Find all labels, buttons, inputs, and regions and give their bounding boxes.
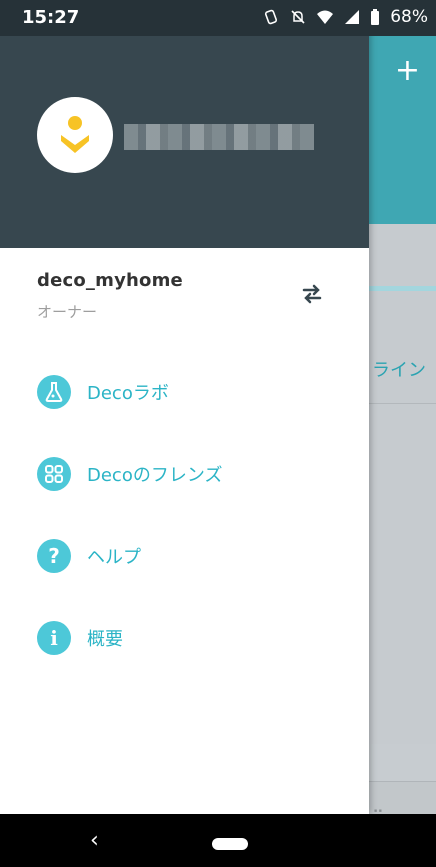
menu-item-help[interactable]: ? ヘルプ — [37, 536, 141, 576]
blurred-user-name — [124, 124, 314, 150]
menu-item-deco-friends[interactable]: Decoのフレンズ — [37, 454, 222, 494]
card-strip — [368, 286, 436, 291]
menu-label: 概要 — [87, 629, 123, 650]
wifi-icon — [316, 9, 334, 25]
lab-flask-icon — [37, 375, 71, 409]
navigation-drawer: deco_myhome オーナー Decoラボ Decoのフレンズ ? ヘルプ … — [0, 0, 369, 814]
add-button[interactable]: + — [395, 56, 420, 86]
background-card — [368, 224, 436, 744]
system-nav-bar: ‹ — [0, 814, 436, 867]
menu-label: Decoラボ — [87, 383, 169, 404]
status-time: 15:27 — [22, 7, 80, 28]
nfc-icon — [264, 9, 280, 25]
account-name: deco_myhome — [37, 270, 183, 291]
drawer-header — [0, 36, 369, 248]
battery-icon — [370, 9, 380, 25]
account-info: deco_myhome オーナー — [37, 270, 183, 322]
switch-network-icon[interactable] — [300, 284, 324, 304]
account-role: オーナー — [37, 303, 98, 321]
online-status-text: ライン — [372, 360, 426, 381]
status-bar: 15:27 68% — [0, 0, 436, 36]
help-icon: ? — [37, 539, 71, 573]
back-button[interactable]: ‹ — [90, 828, 99, 853]
divider — [368, 403, 436, 404]
apps-grid-icon — [37, 457, 71, 491]
battery-percent: 68% — [390, 7, 428, 27]
menu-label: Decoのフレンズ — [87, 465, 223, 486]
menu-label: ヘルプ — [87, 547, 141, 568]
menu-item-about[interactable]: i 概要 — [37, 618, 123, 658]
mute-icon — [290, 9, 306, 25]
menu-item-deco-lab[interactable]: Decoラボ — [37, 372, 169, 412]
signal-icon — [344, 9, 360, 25]
status-icons: 68% — [264, 7, 428, 27]
deco-logo — [37, 97, 113, 173]
info-icon: i — [37, 621, 71, 655]
home-button[interactable] — [212, 838, 248, 850]
